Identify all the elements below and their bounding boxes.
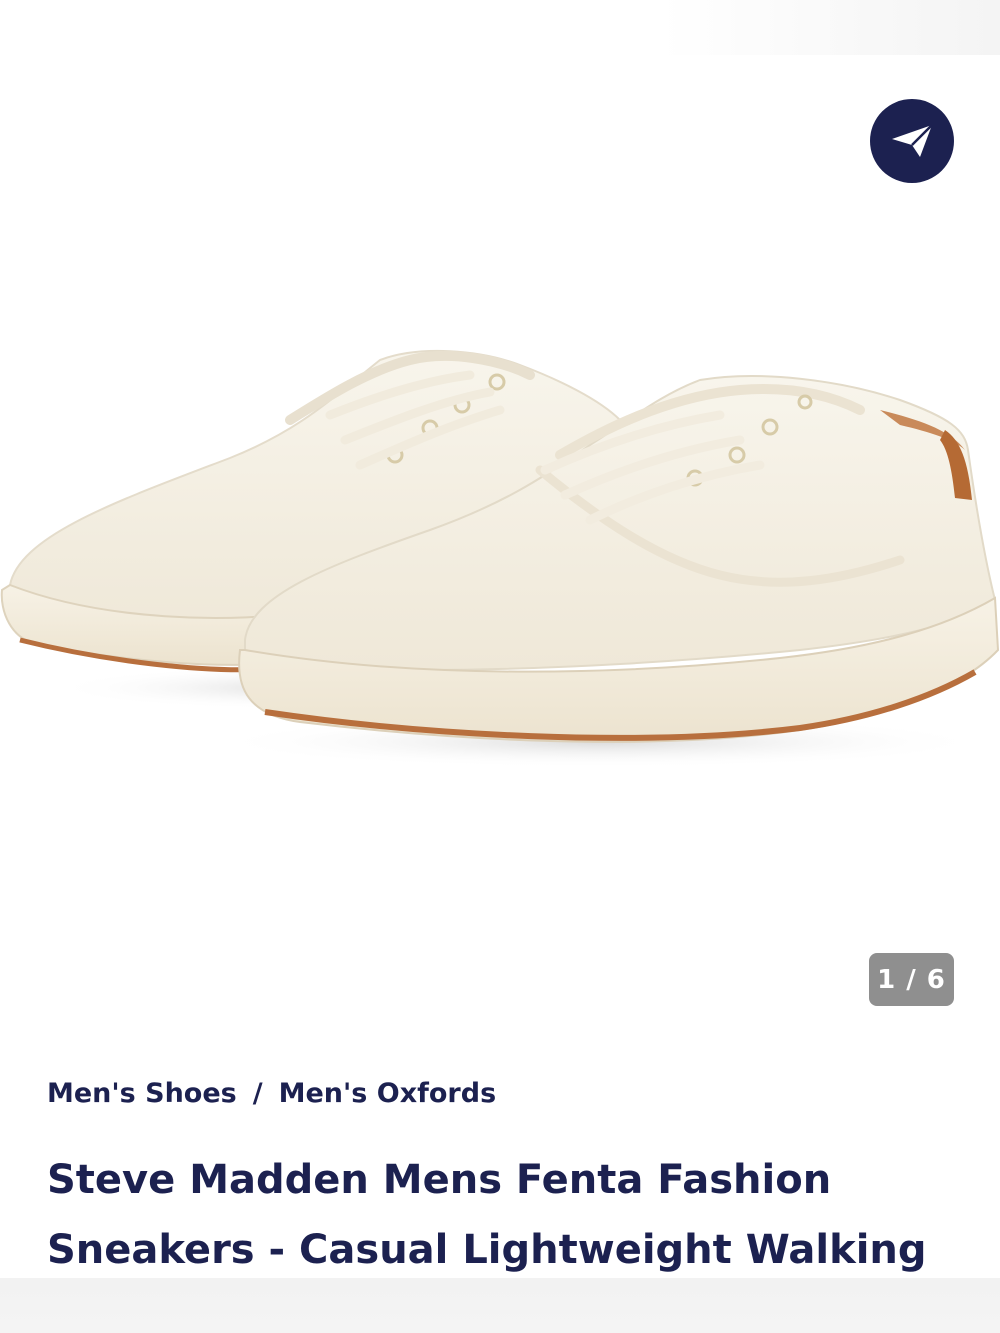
breadcrumb-mens-shoes[interactable]: Men's Shoes [47,1078,237,1109]
product-image-gallery[interactable]: 1 / 6 [0,0,1000,1040]
product-image[interactable] [0,300,1000,800]
breadcrumb: Men's Shoes / Men's Oxfords [47,1078,496,1109]
product-page: 1 / 6 Men's Shoes / Men's Oxfords Steve … [0,0,1000,1333]
image-counter: 1 / 6 [869,953,954,1006]
bottom-bar-fade [0,1278,1000,1333]
share-button[interactable] [870,99,954,183]
breadcrumb-mens-oxfords[interactable]: Men's Oxfords [279,1078,497,1109]
breadcrumb-separator: / [252,1078,263,1109]
paper-plane-icon [892,124,933,157]
product-title: Steve Madden Mens Fenta Fashion Sneakers… [47,1157,927,1273]
